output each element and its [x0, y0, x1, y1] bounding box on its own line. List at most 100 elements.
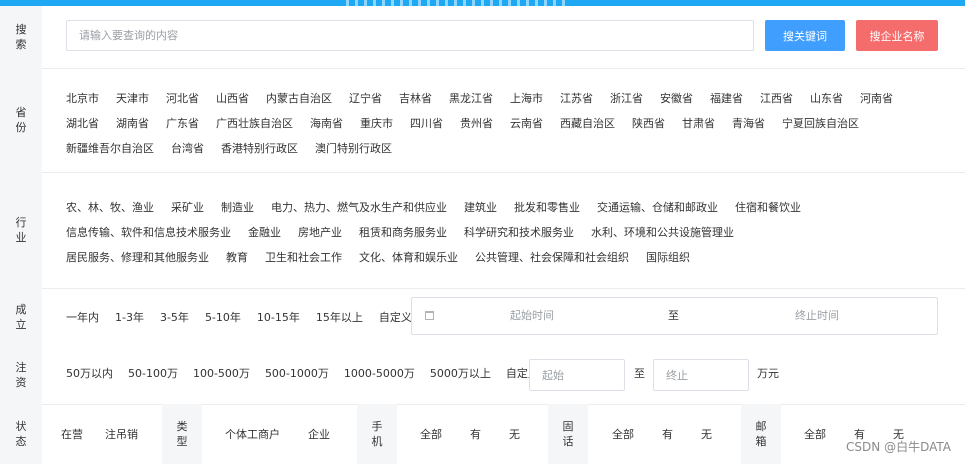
industry-option[interactable]: 电力、热力、燃气及水生产和供应业: [271, 195, 447, 220]
province-option[interactable]: 河北省: [166, 86, 199, 111]
province-option[interactable]: 江苏省: [560, 86, 593, 111]
search-label-cell: 搜索: [0, 6, 42, 68]
label-char: 邮: [755, 420, 767, 433]
industry-option[interactable]: 批发和零售业: [514, 195, 580, 220]
province-option[interactable]: 台湾省: [171, 136, 204, 161]
mobile-option[interactable]: 有: [470, 426, 481, 442]
industry-option[interactable]: 交通运输、仓储和邮政业: [597, 195, 718, 220]
industry-option[interactable]: 采矿业: [171, 195, 204, 220]
province-option[interactable]: 天津市: [116, 86, 149, 111]
province-option[interactable]: 福建省: [710, 86, 743, 111]
province-option[interactable]: 安徽省: [660, 86, 693, 111]
search-keyword-button[interactable]: 搜关键词: [765, 20, 845, 51]
province-option[interactable]: 山东省: [810, 86, 843, 111]
established-label: 成立: [16, 302, 27, 332]
industry-option[interactable]: 国际组织: [646, 245, 690, 270]
status-option[interactable]: 在营: [61, 426, 83, 442]
status-option[interactable]: 注吊销: [105, 426, 138, 442]
search-input[interactable]: [66, 20, 754, 51]
province-option[interactable]: 四川省: [410, 111, 443, 136]
province-option[interactable]: 浙江省: [610, 86, 643, 111]
industry-option[interactable]: 金融业: [248, 220, 281, 245]
email-option[interactable]: 全部: [804, 426, 826, 442]
province-option[interactable]: 甘肃省: [682, 111, 715, 136]
province-option[interactable]: 新疆维吾尔自治区: [66, 136, 154, 161]
capital-option[interactable]: 5000万以上: [430, 365, 491, 381]
capital-option[interactable]: 1000-5000万: [344, 365, 415, 381]
province-option[interactable]: 陕西省: [632, 111, 665, 136]
established-range-separator: 至: [668, 309, 679, 322]
capital-option[interactable]: 100-500万: [193, 365, 250, 381]
province-option[interactable]: 云南省: [510, 111, 543, 136]
industry-option[interactable]: 房地产业: [298, 220, 342, 245]
industry-option[interactable]: 建筑业: [464, 195, 497, 220]
established-option[interactable]: 5-10年: [205, 309, 241, 325]
province-option[interactable]: 广西壮族自治区: [216, 111, 293, 136]
province-option[interactable]: 辽宁省: [349, 86, 382, 111]
industry-option[interactable]: 租赁和商务服务业: [359, 220, 447, 245]
industry-option[interactable]: 居民服务、修理和其他服务业: [66, 245, 209, 270]
search-label: 搜索: [16, 22, 27, 52]
industry-option[interactable]: 住宿和餐饮业: [735, 195, 801, 220]
industry-option[interactable]: 文化、体育和娱乐业: [359, 245, 458, 270]
established-start-date[interactable]: 起始时间: [412, 298, 652, 334]
email-label: 邮箱: [756, 419, 767, 449]
phone-option[interactable]: 无: [701, 426, 712, 442]
province-option[interactable]: 上海市: [510, 86, 543, 111]
established-option[interactable]: 10-15年: [257, 309, 300, 325]
province-option[interactable]: 吉林省: [399, 86, 432, 111]
industry-option[interactable]: 制造业: [221, 195, 254, 220]
capital-option[interactable]: 50-100万: [128, 365, 178, 381]
label-char: 话: [562, 435, 574, 448]
province-option[interactable]: 广东省: [166, 111, 199, 136]
province-option[interactable]: 西藏自治区: [560, 111, 615, 136]
phone-options: 全部 有 无: [612, 404, 740, 464]
province-option[interactable]: 江西省: [760, 86, 793, 111]
capital-end-input[interactable]: [653, 359, 749, 391]
province-option[interactable]: 湖北省: [66, 111, 99, 136]
mobile-label: 手机: [372, 419, 383, 449]
established-option[interactable]: 15年以上: [316, 309, 363, 325]
type-label-cell: 类型: [162, 404, 202, 464]
province-option[interactable]: 重庆市: [360, 111, 393, 136]
capital-option[interactable]: 500-1000万: [265, 365, 329, 381]
established-option[interactable]: 一年内: [66, 309, 99, 325]
industry-option[interactable]: 农、林、牧、渔业: [66, 195, 154, 220]
established-option[interactable]: 1-3年: [115, 309, 144, 325]
industry-option[interactable]: 教育: [226, 245, 248, 270]
province-label: 省份: [16, 105, 27, 135]
province-option[interactable]: 香港特别行政区: [221, 136, 298, 161]
established-date-range[interactable]: 起始时间 至 终止时间: [411, 297, 938, 335]
province-option[interactable]: 青海省: [732, 111, 765, 136]
industry-option[interactable]: 信息传输、软件和信息技术服务业: [66, 220, 231, 245]
industry-option[interactable]: 卫生和社会工作: [265, 245, 342, 270]
province-option[interactable]: 澳门特别行政区: [315, 136, 392, 161]
type-option[interactable]: 个体工商户: [225, 426, 280, 442]
industry-option[interactable]: 水利、环境和公共设施管理业: [591, 220, 734, 245]
province-option[interactable]: 海南省: [310, 111, 343, 136]
phone-option[interactable]: 全部: [612, 426, 634, 442]
phone-option[interactable]: 有: [662, 426, 673, 442]
province-option[interactable]: 北京市: [66, 86, 99, 111]
type-option[interactable]: 企业: [308, 426, 330, 442]
established-option[interactable]: 3-5年: [160, 309, 189, 325]
industry-option[interactable]: 公共管理、社会保障和社会组织: [475, 245, 629, 270]
mobile-option[interactable]: 全部: [420, 426, 442, 442]
province-option[interactable]: 黑龙江省: [449, 86, 493, 111]
province-option[interactable]: 宁夏回族自治区: [782, 111, 859, 136]
capital-option[interactable]: 50万以内: [66, 365, 113, 381]
label-char: 机: [371, 435, 383, 448]
province-option[interactable]: 贵州省: [460, 111, 493, 136]
province-option[interactable]: 内蒙古自治区: [266, 86, 332, 111]
established-end-date[interactable]: 终止时间: [702, 298, 932, 334]
mobile-option[interactable]: 无: [509, 426, 520, 442]
province-option[interactable]: 湖南省: [116, 111, 149, 136]
province-option[interactable]: 山西省: [216, 86, 249, 111]
province-option[interactable]: 河南省: [860, 86, 893, 111]
established-option[interactable]: 自定义: [379, 309, 412, 325]
label-char: 业: [15, 231, 27, 244]
search-company-button[interactable]: 搜企业名称: [856, 20, 938, 51]
status-label-cell: 状态: [0, 404, 42, 464]
industry-option[interactable]: 科学研究和技术服务业: [464, 220, 574, 245]
capital-start-input[interactable]: [529, 359, 625, 391]
